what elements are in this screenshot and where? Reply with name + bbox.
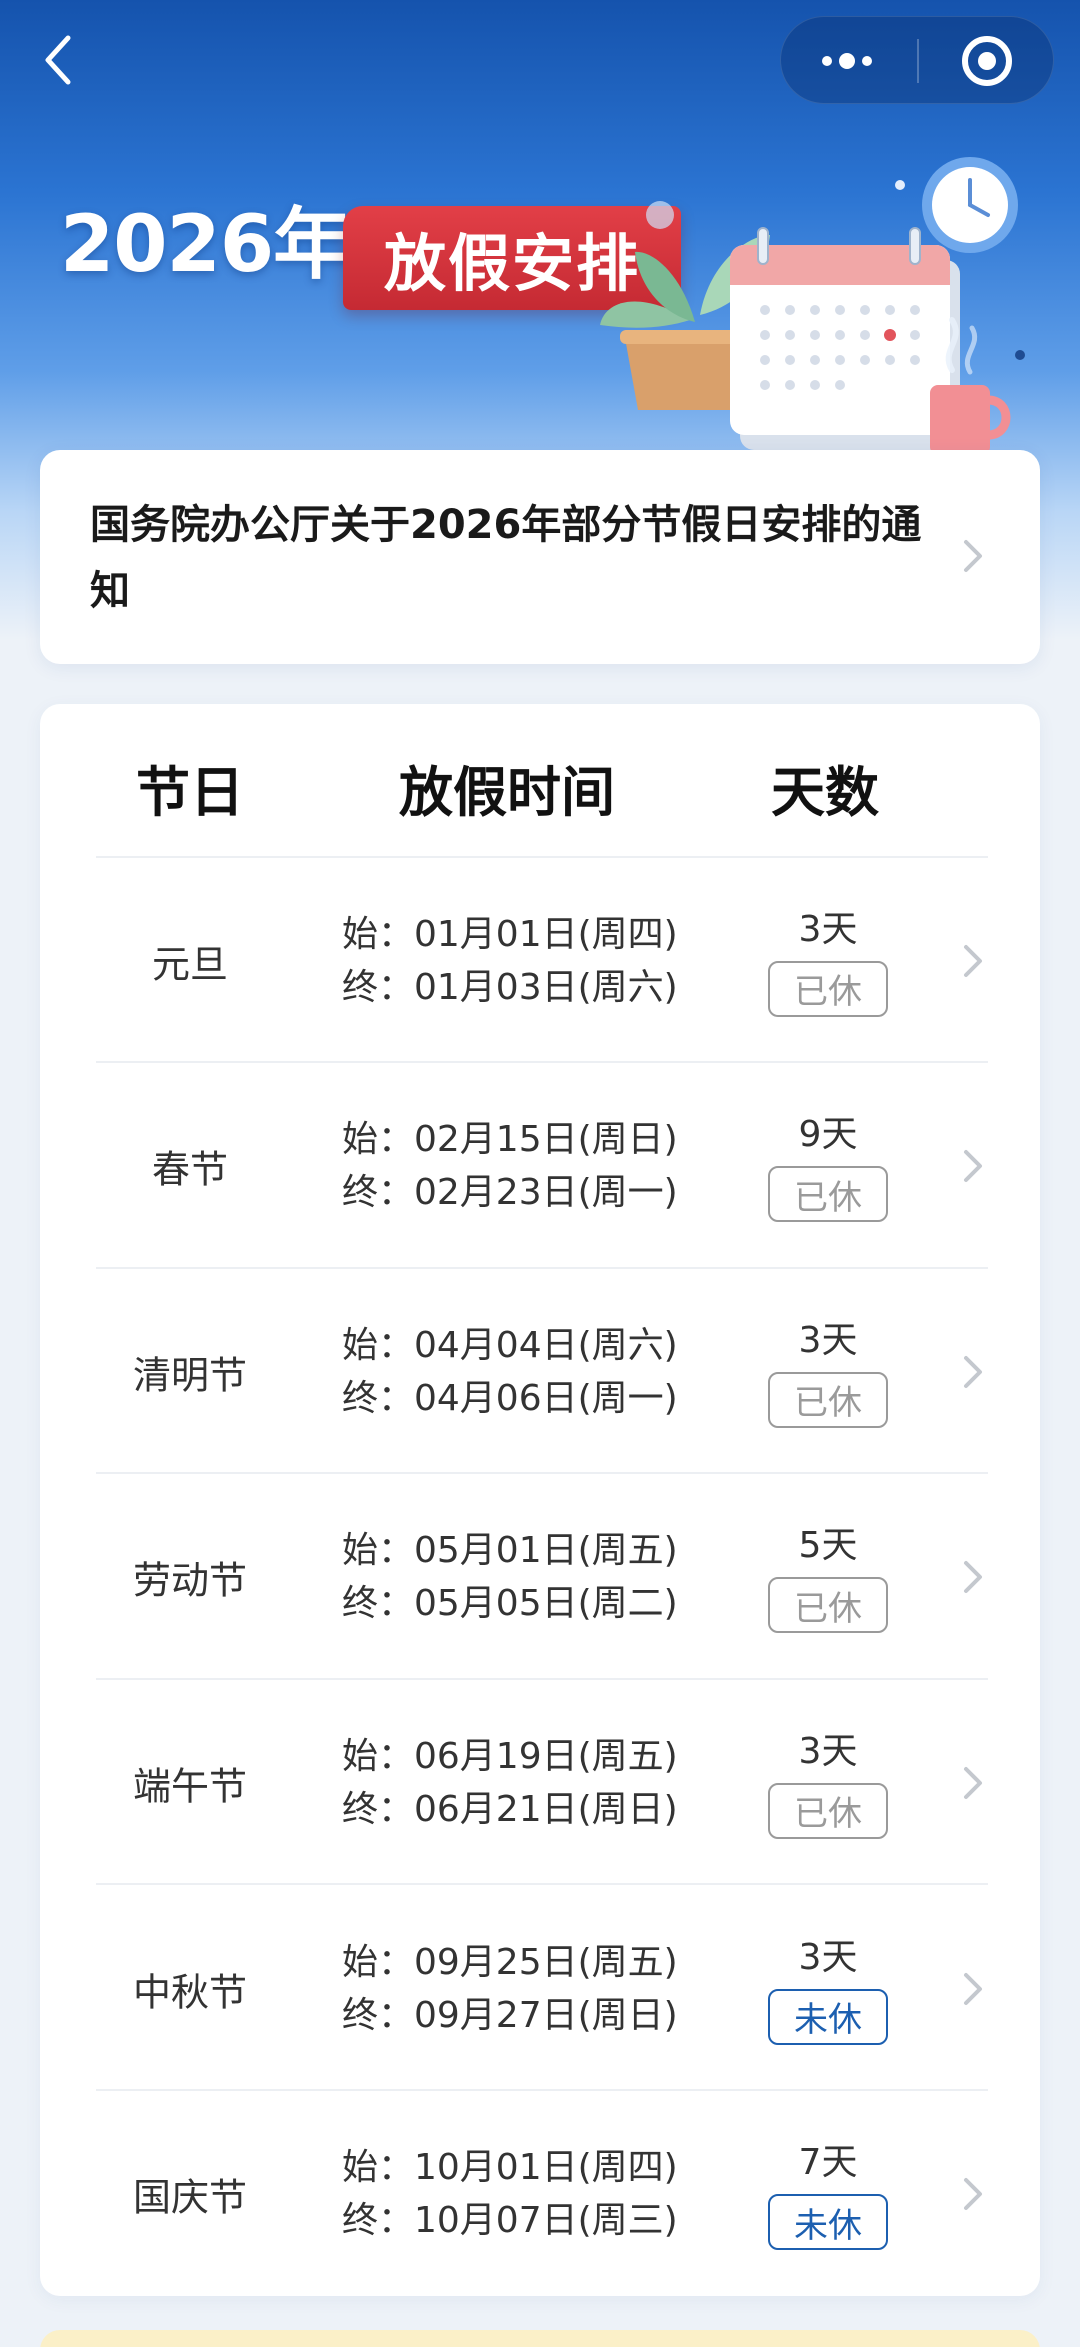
status-badge: 未休 <box>768 2194 888 2251</box>
end-date: 终：02月23日(周一) <box>342 1172 678 1214</box>
chevron-right-icon <box>964 944 982 977</box>
end-date: 终：05月05日(周二) <box>342 1583 678 1625</box>
chevron-right-icon <box>964 540 982 572</box>
table-row[interactable]: 中秋节 始：09月25日(周五) 终：09月27日(周日) 3天未休 <box>40 1886 1040 2091</box>
status-badge: 未休 <box>768 1988 888 2045</box>
end-date: 终：06月21日(周日) <box>342 1788 678 1830</box>
holiday-days: 7天未休 <box>768 2138 888 2251</box>
more-dots-icon <box>822 53 872 69</box>
close-button[interactable] <box>919 17 1055 105</box>
day-count: 3天 <box>798 1319 858 1361</box>
day-count: 9天 <box>798 1114 858 1156</box>
banner-year: 2026年 <box>60 200 351 290</box>
header-holiday: 节日 <box>136 761 244 824</box>
back-button[interactable] <box>30 24 90 96</box>
holiday-days: 5天已休 <box>768 1521 888 1634</box>
holiday-days: 3天已休 <box>768 1316 888 1428</box>
table-row[interactable]: 国庆节 始：10月01日(周四) 终：10月07日(周三) 7天未休 <box>40 2092 1040 2297</box>
start-date: 始：04月04日(周六) <box>342 1324 678 1366</box>
status-badge: 已休 <box>768 1782 888 1839</box>
holiday-dates: 始：10月01日(周四) 终：10月07日(周三) <box>342 2141 678 2247</box>
clock-icon <box>922 157 1018 253</box>
header-days: 天数 <box>771 761 879 824</box>
calendar-icon <box>730 227 960 450</box>
holiday-name: 端午节 <box>132 1764 248 1809</box>
chevron-left-icon <box>45 35 71 85</box>
holiday-days: 3天已休 <box>768 1727 888 1839</box>
day-count: 5天 <box>798 1525 858 1567</box>
target-circle-icon <box>962 36 1012 86</box>
notice-card[interactable]: 国务院办公厅关于2026年部分节假日安排的通知 <box>40 450 1040 664</box>
table-row[interactable]: 清明节 始：04月04日(周六) 终：04月06日(周一) 3天已休 <box>40 1269 1040 1475</box>
table-row[interactable]: 春节 始：02月15日(周日) 终：02月23日(周一) 9天已休 <box>40 1064 1040 1269</box>
day-count: 7天 <box>798 2142 858 2184</box>
chevron-right-icon <box>964 2178 982 2211</box>
status-badge: 已休 <box>768 1371 888 1428</box>
chevron-right-icon <box>964 1766 982 1799</box>
header-period: 放假时间 <box>399 761 615 824</box>
holiday-days: 9天已休 <box>768 1110 888 1223</box>
end-date: 终：09月27日(周日) <box>342 1994 678 2036</box>
chevron-right-icon <box>964 1355 982 1388</box>
start-date: 始：02月15日(周日) <box>342 1119 678 1161</box>
end-date: 终：10月07日(周三) <box>342 2200 678 2242</box>
table-row[interactable]: 元旦 始：01月01日(周四) 终：01月03日(周六) 3天已休 <box>40 858 1040 1063</box>
start-date: 始：10月01日(周四) <box>342 2147 678 2189</box>
chevron-right-icon <box>964 1561 982 1594</box>
chevron-right-icon <box>964 1150 982 1183</box>
holiday-name: 清明节 <box>132 1353 248 1398</box>
chevron-right-icon <box>964 1972 982 2005</box>
calendar-illustration <box>600 157 1025 455</box>
holiday-name: 劳动节 <box>132 1558 248 1603</box>
notice-title: 国务院办公厅关于2026年部分节假日安排的通知 <box>90 502 922 614</box>
holiday-dates: 始：06月19日(周五) 终：06月21日(周日) <box>342 1730 678 1836</box>
start-date: 始：06月19日(周五) <box>342 1735 678 1777</box>
holiday-name: 国庆节 <box>132 2175 248 2220</box>
status-badge: 已休 <box>768 960 888 1017</box>
day-count: 3天 <box>798 1730 858 1772</box>
start-date: 始：05月01日(周五) <box>342 1530 678 1572</box>
holiday-dates: 始：09月25日(周五) 终：09月27日(周日) <box>342 1936 678 2042</box>
holiday-dates: 始：01月01日(周四) 终：01月03日(周六) <box>342 908 678 1014</box>
holiday-dates: 始：05月01日(周五) 终：05月05日(周二) <box>342 1524 678 1630</box>
mini-program-capsule <box>780 16 1054 104</box>
more-button[interactable] <box>781 17 918 105</box>
table-row[interactable]: 端午节 始：06月19日(周五) 终：06月21日(周日) 3天已休 <box>40 1680 1040 1886</box>
end-date: 终：01月03日(周六) <box>342 966 678 1008</box>
holiday-name: 元旦 <box>151 942 229 986</box>
holiday-table: 节日 放假时间 天数 元旦 始：01月01日(周四) 终：01月03日(周六) 3天已… <box>40 704 1040 2296</box>
holiday-dates: 始：02月15日(周日) 终：02月23日(周一) <box>342 1113 678 1219</box>
holiday-name: 中秋节 <box>132 1970 248 2014</box>
start-date: 始：01月01日(周四) <box>342 913 678 955</box>
holiday-days: 3天未休 <box>768 1933 888 2045</box>
day-count: 3天 <box>798 908 858 950</box>
status-badge: 已休 <box>768 1166 888 1223</box>
status-badge: 已休 <box>768 1577 888 1634</box>
holiday-dates: 始：04月04日(周六) 终：04月06日(周一) <box>342 1319 678 1425</box>
table-header: 节日 放假时间 天数 <box>40 704 1040 858</box>
end-date: 终：04月06日(周一) <box>342 1377 678 1419</box>
start-date: 始：09月25日(周五) <box>342 1941 678 1983</box>
bottom-card-edge <box>40 2330 1040 2347</box>
table-row[interactable]: 劳动节 始：05月01日(周五) 终：05月05日(周二) 5天已休 <box>40 1475 1040 1680</box>
holiday-days: 3天已休 <box>768 905 888 1017</box>
day-count: 3天 <box>798 1936 858 1978</box>
holiday-name: 春节 <box>151 1147 229 1192</box>
